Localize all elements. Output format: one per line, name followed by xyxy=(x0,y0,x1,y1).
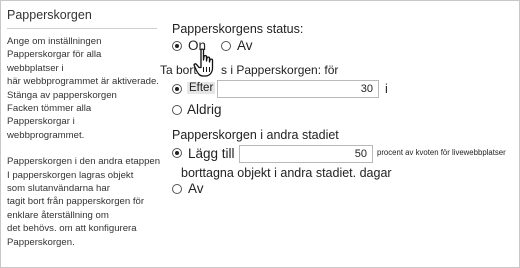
deleted-items-text: borttagna objekt i andra stadiet. dagar xyxy=(181,166,392,180)
description-line: Papperskorgen. xyxy=(7,236,75,248)
description-line: webbplatser i xyxy=(7,62,64,74)
description-line: Ange om inställningen xyxy=(7,36,102,47)
second-stage-add-label[interactable]: Lägg till xyxy=(188,146,235,161)
quota-text: procent av kvoten för livewebbplatser xyxy=(377,148,506,157)
second-stage-label: Papperskorgen i andra stadiet xyxy=(172,128,339,142)
second-stage-off-radio[interactable] xyxy=(172,184,182,194)
section-title: Papperskorgen xyxy=(7,8,157,29)
description-line: Papperskorgar i xyxy=(7,116,75,128)
description-line: det behövs. om att konfigurera xyxy=(7,223,137,235)
delete-days-input[interactable]: 30 xyxy=(217,80,379,98)
delete-after-label[interactable]: Efter xyxy=(187,82,216,94)
left-description: Papperskorgen Ange om inställningen Papp… xyxy=(7,8,161,249)
description-line: Facken tömmer alla xyxy=(7,103,92,115)
description-line: tagit bort från papperskorgen för xyxy=(7,196,145,208)
description-line: enklare återställning om xyxy=(7,209,109,221)
delete-never-radio[interactable] xyxy=(172,105,182,115)
description-line: Papperskorgen i den andra etappen xyxy=(7,156,161,168)
recycle-bin-description: Ange om inställningen Papperskorgar för … xyxy=(7,35,161,249)
delete-after-radio[interactable] xyxy=(172,84,182,94)
status-on-radio[interactable] xyxy=(172,41,182,51)
description-line: I papperskorgen lagras objekt xyxy=(7,169,134,181)
description-line: här webbprogrammet är aktiverade. xyxy=(7,76,159,88)
second-stage-percent-input[interactable]: 50 xyxy=(239,145,373,163)
description-line: som slutanvändarna har xyxy=(7,183,110,195)
hand-pointer-icon xyxy=(193,48,214,77)
second-stage-add-radio[interactable] xyxy=(172,148,182,158)
description-line: Stänga av papperskorgen xyxy=(7,89,117,101)
status-label: Papperskorgens status: xyxy=(172,22,304,36)
delete-label-end: s i Papperskorgen: för xyxy=(221,63,339,77)
status-off-radio[interactable] xyxy=(221,41,231,51)
delete-label-start: Ta bort xyxy=(160,63,197,77)
second-stage-off-label[interactable]: Av xyxy=(188,181,204,196)
delete-never-label[interactable]: Aldrig xyxy=(187,102,222,117)
status-off-label[interactable]: Av xyxy=(237,38,253,53)
description-line: Papperskorgar för alla xyxy=(7,49,102,61)
description-line: webbprogrammet. xyxy=(7,129,85,141)
delete-unit-label: i xyxy=(385,82,388,96)
